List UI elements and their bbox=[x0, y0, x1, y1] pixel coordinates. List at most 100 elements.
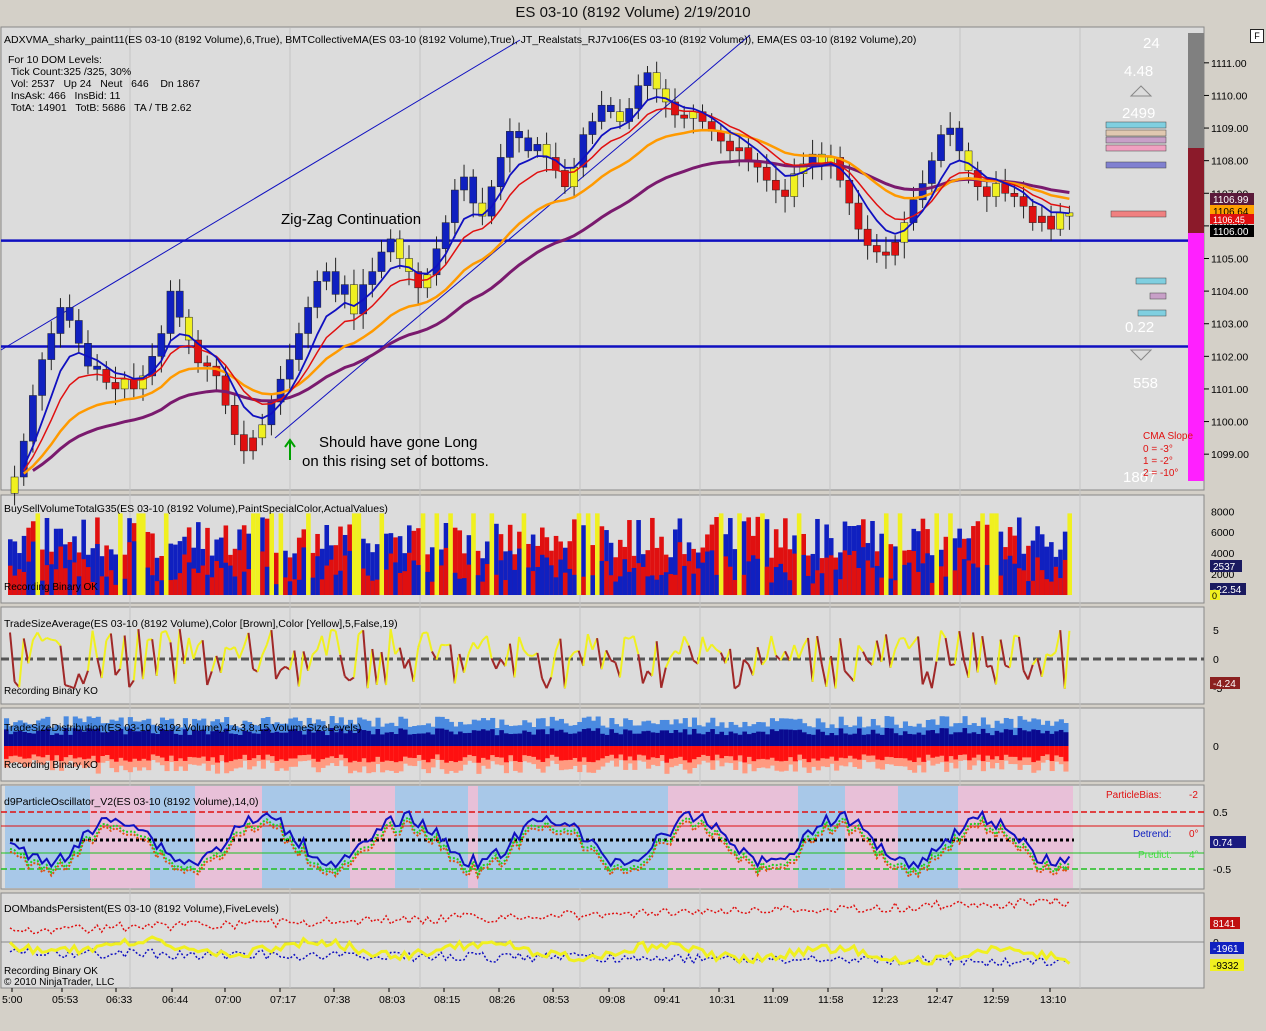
candle bbox=[47, 333, 56, 360]
chart-canvas[interactable]: 1111.001110.001109.001108.001107.001106.… bbox=[0, 0, 1266, 1031]
tsd-sell-inner bbox=[1003, 746, 1009, 755]
time-tick-label: 06:33 bbox=[106, 994, 132, 1006]
tsd-sell-inner bbox=[214, 746, 221, 763]
volume-bar-special bbox=[521, 513, 527, 595]
volume-bar-sell bbox=[998, 575, 1004, 595]
tsd-sell-inner bbox=[1026, 746, 1032, 758]
volume-bar-buy bbox=[888, 578, 894, 595]
tsd-sell-inner bbox=[591, 746, 597, 763]
tsd-buy-inner bbox=[843, 733, 849, 746]
osc-band bbox=[395, 786, 468, 888]
dom-tag-1: 8141 bbox=[1210, 917, 1240, 930]
volume-bar-sell bbox=[127, 542, 132, 595]
tsd-sell-inner bbox=[948, 746, 954, 757]
tsd-buy-inner bbox=[503, 733, 509, 746]
volume-bar-sell bbox=[397, 572, 403, 595]
volume-bar-buy bbox=[549, 565, 554, 595]
tsd-sell-inner bbox=[513, 746, 519, 761]
volume-bar-sell bbox=[214, 561, 219, 595]
dom-level-bar bbox=[1105, 121, 1167, 129]
tsd-sell-inner bbox=[783, 746, 789, 761]
tsd-buy-inner bbox=[921, 734, 927, 746]
volume-bar-special bbox=[948, 513, 953, 595]
tsd-buy-inner bbox=[857, 728, 863, 746]
tsd-sell-inner bbox=[173, 746, 179, 762]
tsd-buy-inner bbox=[513, 733, 519, 746]
tsd-sell-inner bbox=[210, 746, 216, 758]
volume-bar-sell bbox=[1016, 568, 1022, 595]
volume-bar-sell bbox=[966, 560, 972, 595]
tsd-sell-inner bbox=[1058, 746, 1064, 757]
volume-bar-buy bbox=[787, 580, 793, 595]
tsd-buy-inner bbox=[586, 728, 592, 746]
volume-bar-sell bbox=[952, 570, 958, 595]
tsd-buy-inner bbox=[815, 729, 821, 746]
volume-bar-buy bbox=[819, 573, 825, 595]
candle bbox=[790, 173, 799, 197]
tsd-sell-inner bbox=[701, 746, 707, 755]
dom-stats-line-4: InsAsk: 466 InsBid: 11 bbox=[8, 90, 121, 102]
tsd-buy-inner bbox=[366, 730, 372, 746]
dom-level-bar bbox=[1135, 277, 1167, 285]
tsd-buy-inner bbox=[540, 729, 546, 746]
annotation-zigzag: Zig-Zag Continuation bbox=[281, 211, 421, 228]
tsd-buy-inner bbox=[1058, 729, 1064, 746]
volume-bar-sell bbox=[870, 567, 875, 595]
tsd-sell-inner bbox=[1040, 746, 1046, 756]
svg-text:-4.24: -4.24 bbox=[1213, 679, 1236, 690]
tsd-sell-inner bbox=[26, 746, 33, 759]
volume-bar-sell bbox=[847, 554, 852, 595]
tsd-buy-inner bbox=[471, 730, 477, 746]
candle bbox=[203, 362, 212, 367]
tsd-sell-inner bbox=[393, 746, 399, 763]
tsd-buy-inner bbox=[765, 734, 771, 746]
tsd-buy-inner bbox=[870, 729, 876, 746]
price-tag-3: 1106.45 bbox=[1210, 214, 1254, 225]
tsd-buy-inner bbox=[682, 729, 688, 746]
tsd-sell-inner bbox=[494, 746, 500, 758]
tsd-buy-inner bbox=[889, 728, 895, 746]
volume-bar-sell bbox=[439, 565, 444, 595]
tsd-sell-inner bbox=[820, 746, 826, 759]
volume-tick-label: 6000 bbox=[1211, 527, 1235, 539]
volume-bar-buy bbox=[411, 560, 417, 595]
tsd-buy-inner bbox=[613, 732, 620, 746]
tsd-sell-inner bbox=[815, 746, 821, 761]
tsd-sell-inner bbox=[577, 746, 583, 762]
candle bbox=[175, 290, 184, 318]
tsd-buy-inner bbox=[847, 734, 853, 746]
tsd-buy-inner bbox=[930, 730, 936, 746]
tsd-buy-inner bbox=[632, 733, 638, 746]
tsd-sell-inner bbox=[673, 746, 679, 758]
tsd-sell-inner bbox=[283, 746, 289, 761]
tsd-buy-inner bbox=[751, 732, 757, 746]
tsd-buy-inner bbox=[724, 735, 730, 746]
price-tick-label: 1102.00 bbox=[1211, 351, 1248, 363]
tsd-sell-inner bbox=[49, 746, 55, 761]
tsd-sell-inner bbox=[522, 746, 528, 756]
price-tick-label: 1110.00 bbox=[1211, 90, 1248, 102]
cma-slope-0: 0 = -3° bbox=[1143, 444, 1173, 455]
volume-bar-special bbox=[448, 513, 453, 595]
volume-bar-special bbox=[796, 513, 802, 595]
tsd-sell-inner bbox=[879, 746, 886, 761]
tsd-buy-inner bbox=[655, 732, 661, 746]
price-tick-label: 1103.00 bbox=[1211, 319, 1248, 331]
tsd-sell-inner bbox=[595, 746, 601, 761]
tsd-sell-inner bbox=[237, 746, 243, 759]
dom-panel-title: DOMbandsPersistent(ES 03-10 (8192 Volume… bbox=[4, 903, 279, 915]
tsd-buy-inner bbox=[746, 734, 753, 746]
candle bbox=[762, 166, 771, 181]
volume-bar-sell bbox=[673, 574, 678, 595]
volume-bar-special bbox=[420, 513, 426, 595]
volume-bar-sell bbox=[361, 568, 366, 595]
osc-tag: 0.74 bbox=[1210, 836, 1246, 849]
tsd-sell-inner bbox=[967, 746, 973, 761]
tsd-buy-inner bbox=[907, 733, 913, 746]
svg-text:0.74: 0.74 bbox=[1213, 838, 1233, 849]
tsd-sell-inner bbox=[893, 746, 899, 758]
tsd-sell-inner bbox=[646, 746, 652, 760]
tsd-sell-inner bbox=[36, 746, 42, 757]
volume-bar-sell bbox=[209, 577, 215, 595]
volume-bar-sell bbox=[108, 570, 114, 595]
